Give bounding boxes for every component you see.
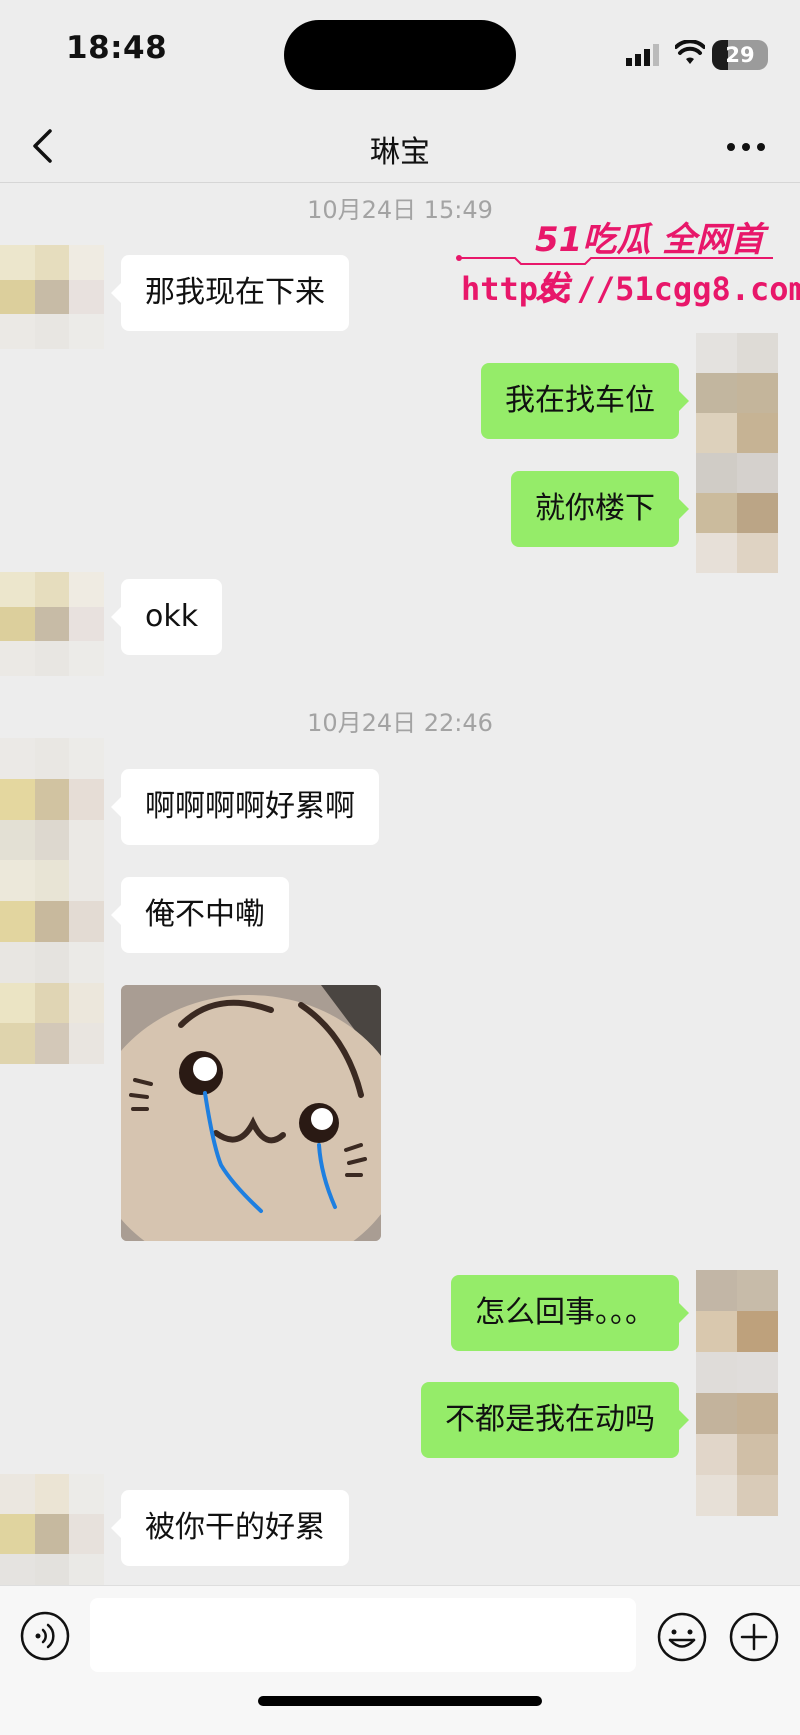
message-bubble-outgoing[interactable]: 不都是我在动吗 — [421, 1382, 689, 1458]
avatar[interactable] — [0, 1474, 104, 1594]
avatar[interactable] — [0, 738, 104, 1064]
emoji-icon[interactable] — [656, 1611, 708, 1663]
wifi-icon — [675, 40, 705, 64]
crying-hamster-sticker[interactable] — [121, 985, 381, 1241]
message-input[interactable] — [90, 1598, 636, 1672]
message-bubble-outgoing[interactable]: 就你楼下 — [511, 471, 689, 547]
status-time: 18:48 — [66, 30, 168, 66]
message-bubble-incoming[interactable]: 啊啊啊啊好累啊 — [111, 769, 379, 845]
dynamic-island — [284, 20, 516, 90]
watermark-url: https://51cgg8.com — [461, 270, 800, 308]
message-bubble-incoming[interactable]: 俺不中嘞 — [111, 877, 289, 953]
signal-icon — [626, 44, 659, 66]
ellipsis-icon[interactable] — [726, 142, 766, 152]
message-bubble-outgoing[interactable]: 我在找车位 — [481, 363, 689, 439]
home-indicator — [258, 1696, 542, 1706]
plus-icon[interactable] — [728, 1611, 780, 1663]
message-bubble-incoming[interactable]: okk — [110, 579, 223, 655]
message-bubble-incoming[interactable]: 被你干的好累 — [111, 1490, 349, 1566]
avatar[interactable] — [696, 1434, 778, 1516]
voice-icon[interactable] — [20, 1611, 70, 1661]
watermark: 51吃瓜 全网首发 https://51cgg8.com — [455, 212, 800, 312]
chat-title: 琳宝 — [370, 135, 430, 170]
avatar[interactable] — [0, 245, 104, 349]
battery-level: 29 — [725, 43, 755, 67]
message-bubble-outgoing[interactable]: 怎么回事。。。 — [451, 1275, 689, 1351]
watermark-line — [456, 255, 773, 265]
battery-icon: 29 — [712, 40, 768, 70]
avatar[interactable] — [696, 333, 778, 573]
timestamp: 10月24日 22:46 — [307, 709, 493, 737]
avatar[interactable] — [0, 572, 104, 676]
avatar[interactable] — [696, 1270, 778, 1434]
message-bubble-incoming[interactable]: 那我现在下来 — [111, 255, 349, 331]
